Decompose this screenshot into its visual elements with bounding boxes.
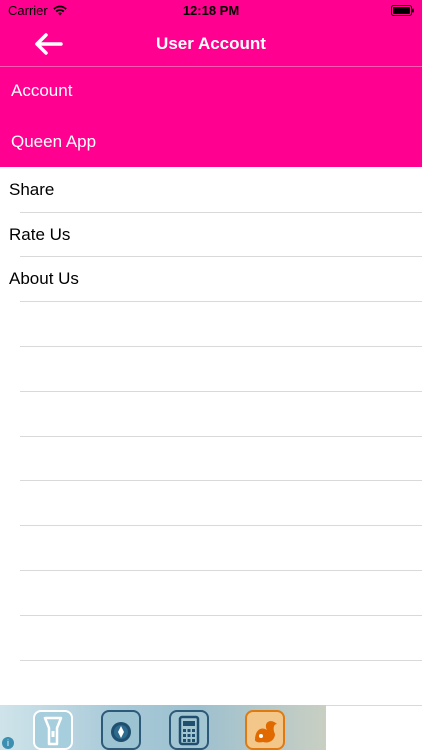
row-separator (20, 660, 422, 661)
navigation-bar: User Account (0, 22, 422, 66)
row-separator (20, 436, 422, 437)
squirrel-browser-icon[interactable] (245, 710, 285, 750)
ad-info-icon[interactable]: i (2, 737, 14, 749)
calculator-icon[interactable] (169, 710, 209, 750)
status-bar: Carrier 12:18 PM (0, 0, 422, 22)
list-item-about-us[interactable]: About Us (0, 256, 422, 301)
page-title: User Account (156, 34, 266, 53)
menu-item-account[interactable]: Account (0, 66, 422, 116)
ad-banner[interactable] (0, 705, 326, 750)
user-account-screen: Carrier 12:18 PM User Account Account Qu… (0, 0, 422, 750)
menu-item-queen-app[interactable]: Queen App (0, 117, 422, 167)
row-separator (20, 301, 422, 302)
compass-icon[interactable] (101, 710, 141, 750)
menu-item-label: Account (11, 81, 73, 100)
row-separator (20, 525, 422, 526)
menu-item-label: Queen App (11, 132, 97, 151)
status-time: 12:18 PM (182, 3, 240, 18)
list-item-rate-us[interactable]: Rate Us (0, 212, 422, 257)
flashlight-icon[interactable] (33, 710, 73, 750)
list-item-share[interactable]: Share (0, 167, 422, 212)
row-separator (20, 480, 422, 481)
row-separator (20, 346, 422, 347)
row-separator (20, 570, 422, 571)
bottom-blank-area (326, 705, 422, 750)
row-separator (20, 615, 422, 616)
list-item-label: About Us (9, 269, 79, 288)
list-item-label: Rate Us (9, 225, 71, 244)
list-item-label: Share (9, 180, 55, 199)
battery-icon (391, 5, 414, 16)
row-separator (20, 391, 422, 392)
